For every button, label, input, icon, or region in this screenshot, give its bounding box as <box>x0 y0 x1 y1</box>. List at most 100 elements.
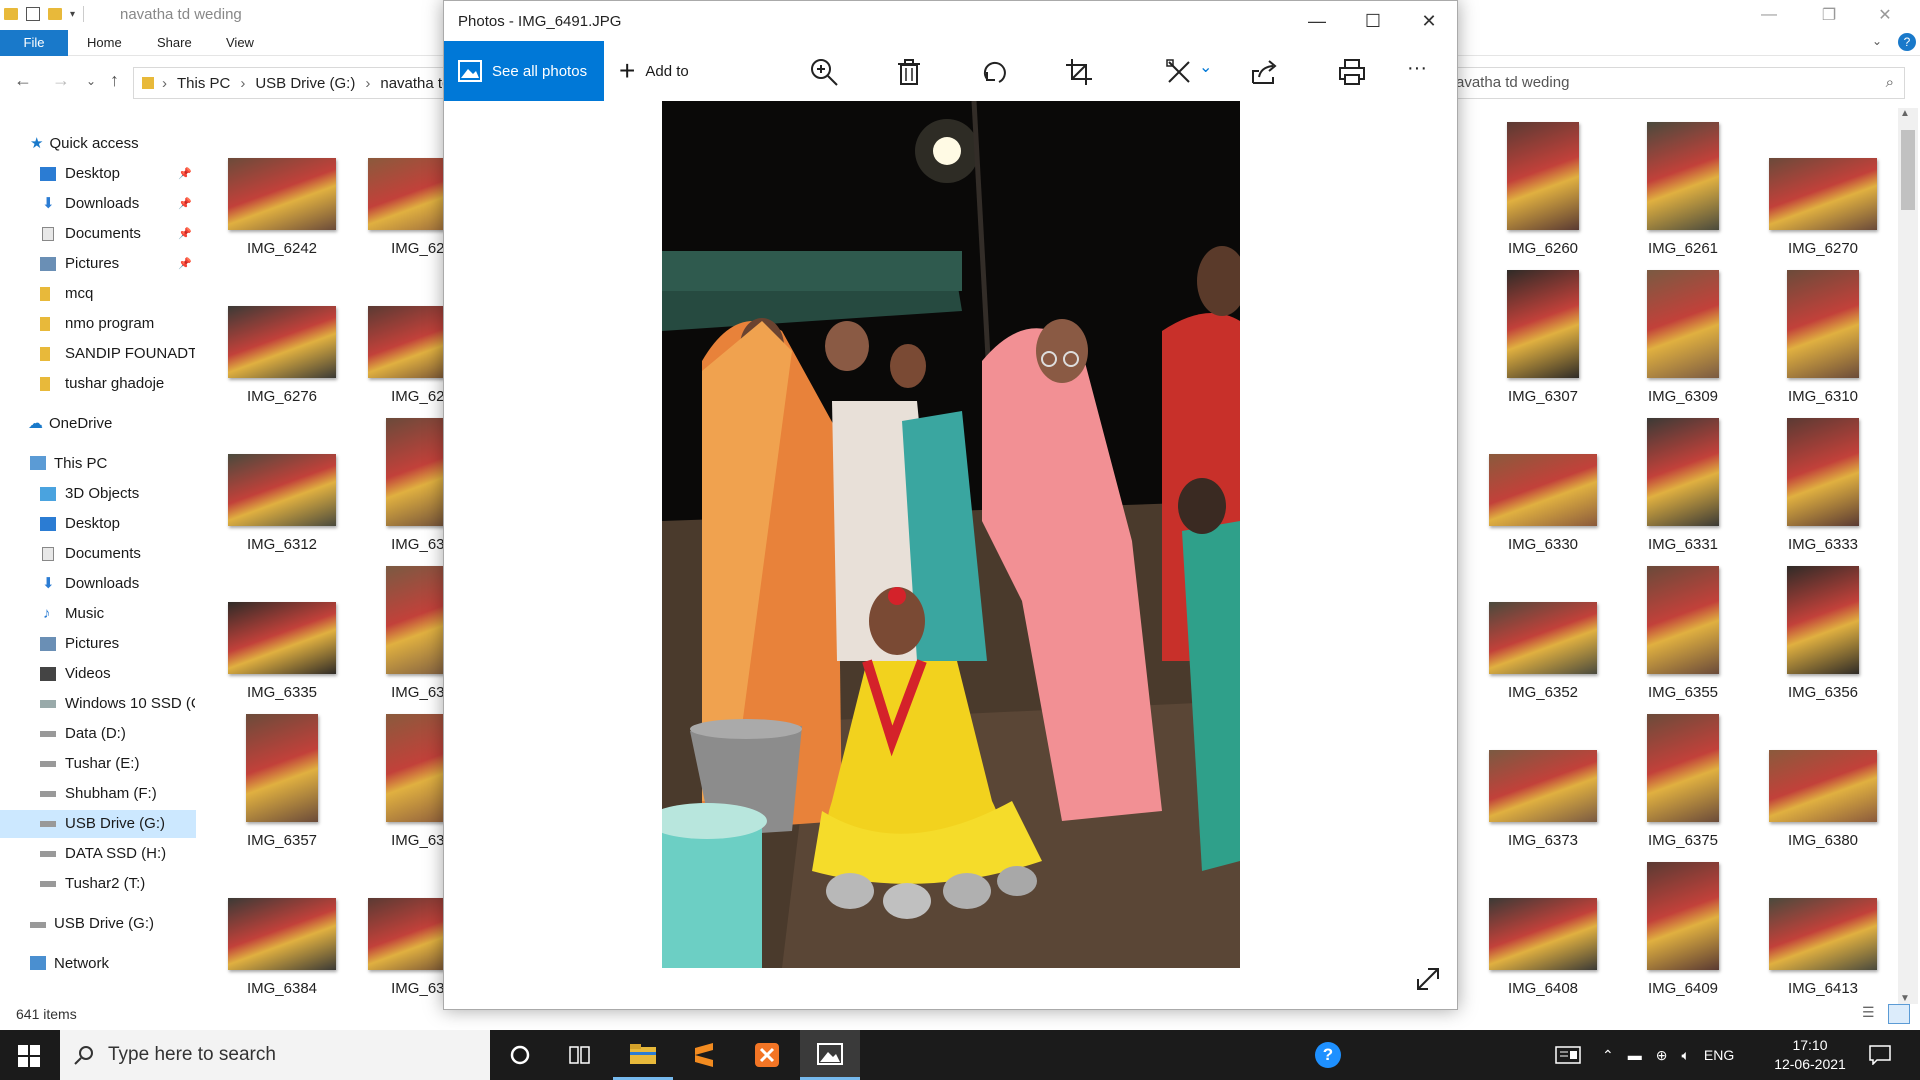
nav-drive-h[interactable]: DATA SSD (H:) <box>40 840 200 868</box>
photos-taskbar-icon[interactable] <box>800 1030 860 1080</box>
file-thumbnail[interactable]: IMG_6356 <box>1767 566 1879 701</box>
news-widget-icon[interactable] <box>1538 1030 1598 1080</box>
nav-drive-t[interactable]: Tushar2 (T:) <box>40 870 200 898</box>
file-thumbnail[interactable]: IMG_6331 <box>1627 418 1739 553</box>
crop-icon[interactable] <box>1064 57 1094 87</box>
nav-tushar-ghadoje[interactable]: tushar ghadoje <box>40 370 200 398</box>
file-thumbnail[interactable]: IMG_6352 <box>1487 566 1599 701</box>
share-icon[interactable] <box>1249 57 1279 87</box>
help-tips-icon[interactable]: ? <box>1298 1030 1358 1080</box>
delete-icon[interactable] <box>894 57 924 87</box>
file-explorer-taskbar-icon[interactable] <box>613 1030 673 1080</box>
restore-button[interactable]: ❐ <box>1806 0 1852 30</box>
nav-videos[interactable]: Videos <box>40 660 200 688</box>
file-thumbnail[interactable]: IMG_6242 <box>226 122 338 257</box>
minimize-button[interactable]: — <box>1746 0 1792 30</box>
nav-drive-e[interactable]: Tushar (E:) <box>40 750 200 778</box>
nav-onedrive[interactable]: ☁ OneDrive <box>28 410 198 438</box>
help-icon[interactable]: ? <box>1898 33 1916 51</box>
large-icons-view-icon[interactable] <box>1888 1004 1910 1024</box>
breadcrumb-this-pc[interactable]: This PC <box>177 75 230 92</box>
file-thumbnail[interactable]: IMG_6413 <box>1767 862 1879 997</box>
file-thumbnail[interactable]: IMG_6375 <box>1627 714 1739 849</box>
nav-desktop[interactable]: Desktop 📌 <box>40 160 200 188</box>
tab-view[interactable]: View <box>226 30 254 56</box>
vertical-scrollbar[interactable]: ▲ ▼ <box>1898 108 1918 1004</box>
nav-network[interactable]: Network <box>30 950 200 978</box>
nav-this-pc[interactable]: This PC <box>30 450 200 478</box>
file-thumbnail[interactable]: IMG_6276 <box>226 270 338 405</box>
see-all-photos-button[interactable]: See all photos <box>444 41 604 101</box>
taskbar-search-box[interactable]: Type here to search <box>60 1030 490 1080</box>
file-thumbnail[interactable]: IMG_6355 <box>1627 566 1739 701</box>
nav-nmo-program[interactable]: nmo program <box>40 310 200 338</box>
file-thumbnail[interactable]: IMG_6309 <box>1627 270 1739 405</box>
nav-quick-access[interactable]: ★ Quick access <box>30 130 200 158</box>
print-icon[interactable] <box>1337 57 1367 87</box>
battery-icon[interactable]: ▬ <box>1628 1047 1642 1063</box>
nav-drive-f[interactable]: Shubham (F:) <box>40 780 200 808</box>
file-thumbnail[interactable]: IMG_6270 <box>1767 122 1879 257</box>
file-thumbnail[interactable]: IMG_6373 <box>1487 714 1599 849</box>
nav-drive-d[interactable]: Data (D:) <box>40 720 200 748</box>
breadcrumb-folder[interactable]: navatha td <box>380 75 450 92</box>
volume-icon[interactable]: 🔈︎ <box>1681 1047 1689 1064</box>
breadcrumb-usb-drive[interactable]: USB Drive (G:) <box>255 75 355 92</box>
show-hidden-icons-icon[interactable]: ⌃ <box>1602 1047 1614 1064</box>
file-thumbnail[interactable]: IMG_6409 <box>1627 862 1739 997</box>
photos-minimize-button[interactable]: — <box>1297 7 1337 35</box>
edit-draw-icon[interactable] <box>1164 57 1194 87</box>
nav-pictures[interactable]: Pictures 📌 <box>40 250 200 278</box>
tab-file[interactable]: File <box>0 30 68 56</box>
file-thumbnail[interactable]: IMG_6261 <box>1627 122 1739 257</box>
tab-home[interactable]: Home <box>87 30 122 56</box>
windows-start-icon[interactable] <box>18 1045 40 1067</box>
file-thumbnail[interactable]: IMG_6380 <box>1767 714 1879 849</box>
photos-maximize-button[interactable]: ☐ <box>1353 7 1393 35</box>
new-folder-icon[interactable] <box>48 8 62 20</box>
recent-locations-icon[interactable]: ⌄ <box>86 74 96 88</box>
globe-network-icon[interactable]: ⊕ <box>1656 1047 1668 1064</box>
file-thumbnail[interactable]: IMG_6333 <box>1767 418 1879 553</box>
file-thumbnail[interactable]: IMG_6260 <box>1487 122 1599 257</box>
sublime-text-icon[interactable] <box>674 1030 734 1080</box>
nav-mcq[interactable]: mcq <box>40 280 200 308</box>
notifications-icon[interactable] <box>1850 1030 1910 1080</box>
file-thumbnail[interactable]: IMG_6307 <box>1487 270 1599 405</box>
nav-sandip-founadti[interactable]: SANDIP FOUNADTI <box>40 340 195 368</box>
details-view-icon[interactable]: ☰ <box>1862 1004 1875 1021</box>
file-thumbnail[interactable]: IMG_6384 <box>226 862 338 997</box>
fullscreen-icon[interactable] <box>1414 965 1442 993</box>
search-input[interactable]: avatha td weding ⌕ <box>1445 67 1905 99</box>
nav-3d-objects[interactable]: 3D Objects <box>40 480 200 508</box>
clock[interactable]: 17:10 12-06-2021 <box>1770 1036 1850 1074</box>
nav-drive-c[interactable]: Windows 10 SSD (C <box>40 690 195 718</box>
file-thumbnail[interactable]: IMG_6310 <box>1767 270 1879 405</box>
nav-downloads[interactable]: ⬇ Downloads 📌 <box>40 190 200 218</box>
nav-music[interactable]: ♪ Music <box>40 600 200 628</box>
expand-ribbon-icon[interactable]: ⌄ <box>1872 34 1882 48</box>
nav-pc-pictures[interactable]: Pictures <box>40 630 200 658</box>
file-thumbnail[interactable]: IMG_6335 <box>226 566 338 701</box>
scroll-up-icon[interactable]: ▲ <box>1900 108 1910 119</box>
file-thumbnail[interactable]: IMG_6357 <box>226 714 338 849</box>
scroll-down-icon[interactable]: ▼ <box>1900 993 1910 1004</box>
file-thumbnail[interactable]: IMG_6312 <box>226 418 338 553</box>
xampp-icon[interactable] <box>737 1030 797 1080</box>
nav-pc-documents[interactable]: Documents <box>40 540 200 568</box>
properties-icon[interactable] <box>26 7 40 21</box>
zoom-in-icon[interactable] <box>809 57 839 87</box>
photos-close-button[interactable]: ✕ <box>1409 7 1449 35</box>
nav-pc-downloads[interactable]: ⬇ Downloads <box>40 570 200 598</box>
forward-icon[interactable]: → <box>52 70 70 91</box>
back-icon[interactable]: ← <box>14 70 32 91</box>
file-thumbnail[interactable]: IMG_6330 <box>1487 418 1599 553</box>
add-to-button[interactable]: + Add to <box>619 41 689 101</box>
search-icon[interactable]: ⌕ <box>1886 68 1894 98</box>
nav-documents[interactable]: Documents 📌 <box>40 220 200 248</box>
nav-usb-drive[interactable]: USB Drive (G:) <box>30 910 200 938</box>
more-options-button[interactable]: ··· <box>1407 57 1427 80</box>
nav-drive-g[interactable]: USB Drive (G:) <box>0 810 196 838</box>
customize-toolbar-icon[interactable]: ▾ <box>70 9 75 20</box>
rotate-icon[interactable] <box>979 57 1009 87</box>
